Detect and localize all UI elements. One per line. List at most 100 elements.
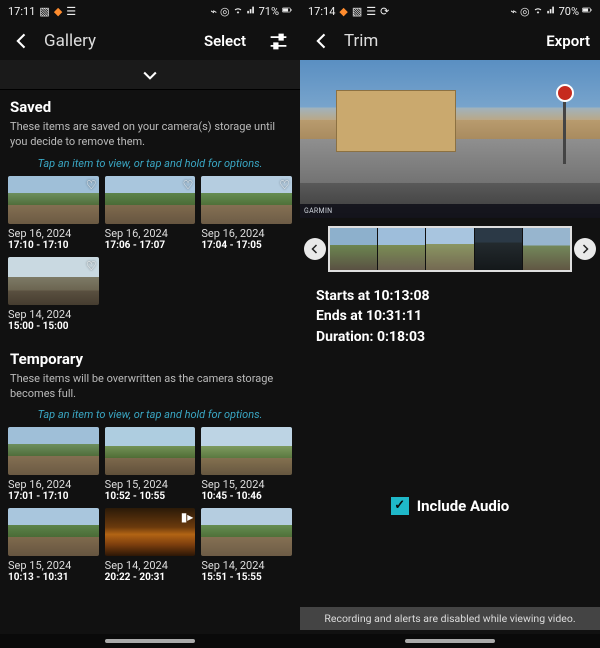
filmstrip-next-button[interactable]	[574, 238, 596, 260]
battery-text: 70%	[559, 5, 579, 18]
wifi-icon	[533, 5, 543, 18]
tile-date: Sep 16, 2024	[105, 227, 196, 240]
page-title: Trim	[344, 31, 378, 51]
thumbnail: ♡	[8, 257, 99, 305]
tile-time: 17:06 - 17:07	[105, 240, 196, 251]
starts-at: Starts at 10:13:08	[316, 286, 584, 306]
saved-item[interactable]: ♡ Sep 16, 2024 17:10 - 17:10	[8, 176, 99, 251]
back-icon[interactable]	[10, 29, 34, 53]
tile-time: 17:01 - 17:10	[8, 491, 99, 502]
section-title-saved: Saved	[0, 90, 300, 120]
thumbnail	[8, 427, 99, 475]
overlay-brand: GARMIN	[304, 207, 332, 215]
nfc-icon: ◎	[520, 5, 530, 18]
section-hint-saved: Tap an item to view, or tap and hold for…	[0, 154, 300, 176]
battery-text: 71%	[259, 5, 279, 18]
thumbnail	[8, 508, 99, 556]
temporary-item[interactable]: Sep 15, 2024 10:52 - 10:55	[105, 427, 196, 502]
saved-item[interactable]: ♡ Sep 16, 2024 17:04 - 17:05	[201, 176, 292, 251]
export-button[interactable]: Export	[546, 32, 590, 50]
section-desc-temporary: These items will be overwritten as the c…	[0, 372, 300, 406]
wifi-icon	[233, 5, 243, 18]
section-hint-temporary: Tap an item to view, or tap and hold for…	[0, 405, 300, 427]
thumbnail: ♡	[8, 176, 99, 224]
tile-date: Sep 14, 2024	[105, 559, 196, 572]
thumbnail: ♡	[105, 176, 196, 224]
tile-date: Sep 16, 2024	[8, 478, 99, 491]
tile-date: Sep 15, 2024	[105, 478, 196, 491]
temporary-item[interactable]: Sep 14, 2024 15:51 - 15:55	[201, 508, 292, 583]
status-bar: 17:11 ▧ ◆ ☰ ⌁ ◎ 71%	[0, 0, 300, 22]
status-time: 17:14	[308, 5, 335, 18]
battery-icon	[582, 5, 592, 18]
thumbnail	[201, 508, 292, 556]
thumbnail: ▮▸	[105, 508, 196, 556]
status-bar: 17:14 ◆ ▧ ☰ ⟳ ⌁ ◎ 70%	[300, 0, 600, 22]
frame	[330, 228, 377, 270]
section-title-temporary: Temporary	[0, 342, 300, 372]
select-button[interactable]: Select	[204, 32, 246, 50]
temporary-item[interactable]: Sep 15, 2024 10:45 - 10:46	[201, 427, 292, 502]
status-app-icon-2: ◆	[54, 5, 62, 18]
video-icon: ▮▸	[181, 510, 194, 524]
collapse-toggle[interactable]	[0, 60, 300, 90]
thumbnail: ♡	[201, 176, 292, 224]
android-nav-bar[interactable]	[300, 634, 600, 648]
page-title: Gallery	[44, 31, 96, 51]
bluetooth-icon: ⌁	[210, 5, 217, 18]
status-app-icon-3: ☰	[66, 5, 76, 18]
chevron-right-icon	[579, 243, 591, 255]
app-bar: Gallery Select	[0, 22, 300, 60]
tile-time: 20:22 - 20:31	[105, 572, 196, 583]
saved-item[interactable]: ♡ Sep 14, 2024 15:00 - 15:00	[8, 257, 99, 332]
tile-date: Sep 15, 2024	[201, 478, 292, 491]
nfc-icon: ◎	[220, 5, 230, 18]
tile-date: Sep 16, 2024	[8, 227, 99, 240]
favorite-icon: ♡	[279, 178, 290, 192]
tile-time: 10:45 - 10:46	[201, 491, 292, 502]
tune-icon[interactable]	[266, 29, 290, 53]
filmstrip-prev-button[interactable]	[304, 238, 326, 260]
favorite-icon: ♡	[183, 178, 194, 192]
tile-time: 17:04 - 17:05	[201, 240, 292, 251]
tile-date: Sep 14, 2024	[201, 559, 292, 572]
tile-date: Sep 14, 2024	[8, 308, 99, 321]
thumbnail	[105, 427, 196, 475]
saved-item[interactable]: ♡ Sep 16, 2024 17:06 - 17:07	[105, 176, 196, 251]
section-desc-saved: These items are saved on your camera(s) …	[0, 120, 300, 154]
status-app-icon-3: ☰	[366, 5, 376, 18]
include-audio-toggle[interactable]: ✓ Include Audio	[300, 497, 600, 515]
battery-icon	[282, 5, 292, 18]
frame	[426, 228, 473, 270]
temporary-item[interactable]: Sep 16, 2024 17:01 - 17:10	[8, 427, 99, 502]
phone-right-trim: 17:14 ◆ ▧ ☰ ⟳ ⌁ ◎ 70% Trim Export	[300, 0, 600, 648]
app-bar: Trim Export	[300, 22, 600, 60]
trim-info: Starts at 10:13:08 Ends at 10:31:11 Dura…	[300, 278, 600, 357]
ends-at: Ends at 10:31:11	[316, 306, 584, 326]
tile-time: 10:13 - 10:31	[8, 572, 99, 583]
frame	[523, 228, 570, 270]
status-app-icon-4: ⟳	[380, 5, 389, 18]
temporary-grid: Sep 16, 2024 17:01 - 17:10 Sep 15, 2024 …	[0, 427, 300, 593]
temporary-item[interactable]: Sep 15, 2024 10:13 - 10:31	[8, 508, 99, 583]
phone-left-gallery: 17:11 ▧ ◆ ☰ ⌁ ◎ 71% Gallery Select	[0, 0, 300, 648]
filmstrip-frames[interactable]	[328, 226, 572, 272]
tile-time: 15:51 - 15:55	[201, 572, 292, 583]
status-app-icon-2: ▧	[352, 5, 362, 18]
favorite-icon: ♡	[86, 178, 97, 192]
status-app-icon: ◆	[339, 5, 347, 18]
tile-time: 15:00 - 15:00	[8, 321, 99, 332]
thumbnail	[201, 427, 292, 475]
favorite-icon: ♡	[86, 259, 97, 273]
chevron-left-icon	[309, 243, 321, 255]
tile-date: Sep 15, 2024	[8, 559, 99, 572]
android-nav-bar[interactable]	[0, 634, 300, 648]
tile-time: 10:52 - 10:55	[105, 491, 196, 502]
tile-time: 17:10 - 17:10	[8, 240, 99, 251]
temporary-item[interactable]: ▮▸ Sep 14, 2024 20:22 - 20:31	[105, 508, 196, 583]
video-preview[interactable]: GARMIN	[300, 60, 600, 218]
back-icon[interactable]	[310, 29, 334, 53]
chevron-down-icon	[140, 65, 160, 85]
duration: Duration: 0:18:03	[316, 327, 584, 347]
bluetooth-icon: ⌁	[510, 5, 517, 18]
